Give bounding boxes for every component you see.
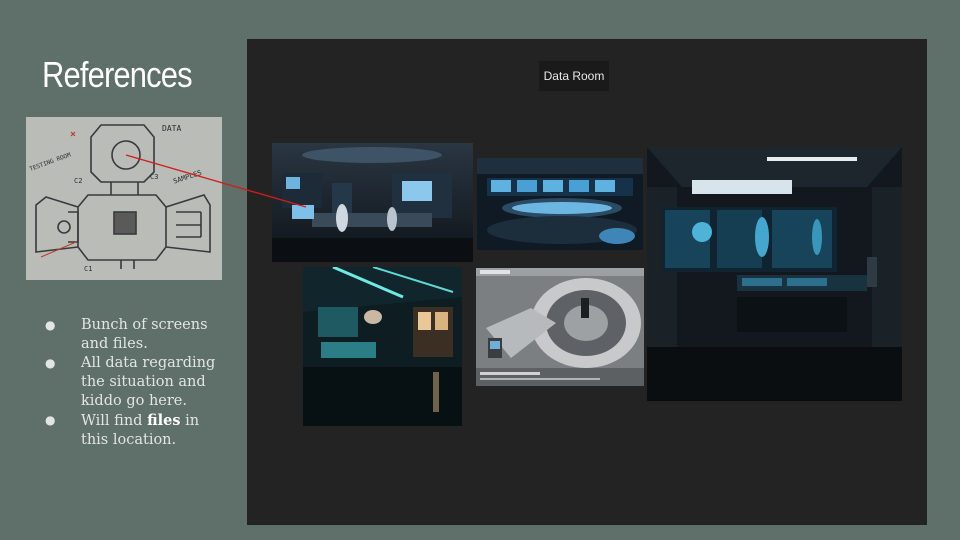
lab-screens-photo [272,143,473,262]
bullet-item: ● Bunch of screens and files. [40,316,230,354]
sketch-label-c2: C2 [74,177,82,185]
sketch-label-c3: C3 [150,173,158,181]
floorplan-sketch-drawing: DATA SAMPLES TESTING ROOM C3 C2 C1 [26,117,222,280]
room-label: Data Room [539,61,609,91]
bullet-list: ● Bunch of screens and files. ● All data r… [40,316,230,450]
bullet-item: ● All data regarding the situation and ki… [40,354,230,411]
sketch-label-data: DATA [162,124,181,133]
bullet-dot: ● [45,318,56,332]
page-title: References [42,54,193,95]
bullet-text-bold: files [147,412,181,429]
sketch-label-c1: C1 [84,265,92,273]
floorplan-render-photo [476,268,644,386]
bullet-text: All data regarding the situation and kid… [81,355,216,409]
bullet-dot: ● [45,413,56,427]
bullet-text-pre: Will find [81,413,148,429]
control-room-photo [477,158,643,250]
futuristic-monitor-room-photo [647,147,902,401]
bullet-dot: ● [45,356,56,370]
teal-lit-room-photo [303,267,462,426]
bullet-item: ● Will find files in this location. [40,411,230,450]
bullet-text: Bunch of screens and files. [81,317,208,352]
floorplan-sketch: DATA SAMPLES TESTING ROOM C3 C2 C1 [26,117,222,280]
